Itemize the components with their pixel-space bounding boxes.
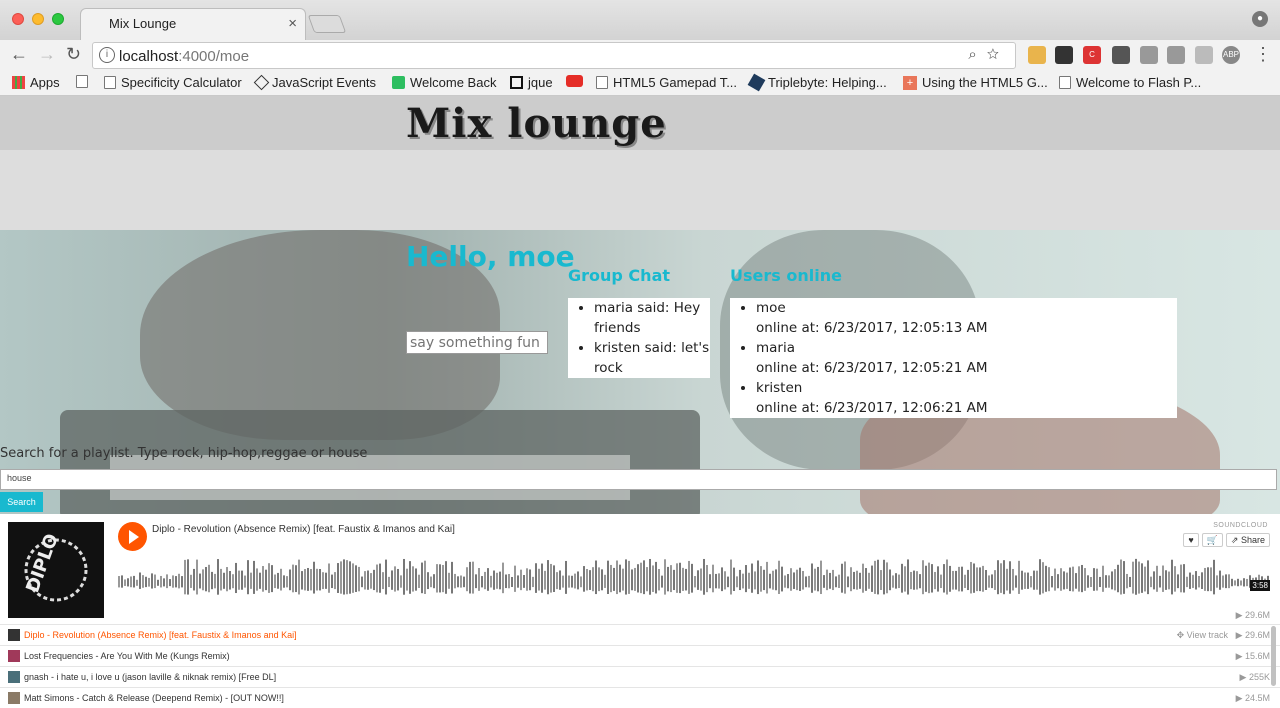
- chat-message-input[interactable]: [406, 331, 548, 354]
- header-band: [0, 150, 1280, 230]
- user-item: kristenonline at: 6/23/2017, 12:06:21 AM: [756, 378, 1177, 418]
- site-logo: Mix lounge: [406, 100, 667, 147]
- track-thumbnail: [8, 692, 20, 704]
- bookmark-html5[interactable]: + Using the HTML5 G...: [903, 75, 1048, 90]
- users-online-title: Users online: [730, 266, 842, 285]
- bookmark-youtube[interactable]: [566, 75, 588, 87]
- bookmarks-bar: Apps Specificity Calculator JavaScript E…: [0, 71, 1280, 96]
- tracklist-scrollbar[interactable]: [1271, 626, 1276, 686]
- user-item: mariaonline at: 6/23/2017, 12:05:21 AM: [756, 338, 1177, 378]
- track-duration: 3:58: [1250, 580, 1270, 591]
- page-icon: [1059, 76, 1071, 89]
- bookmark-gamepad[interactable]: HTML5 Gamepad T...: [596, 75, 737, 90]
- site-header: Mix lounge: [0, 96, 1280, 150]
- triplebyte-icon: [747, 73, 766, 92]
- plus-icon: +: [903, 75, 917, 90]
- page-icon: [76, 75, 88, 88]
- close-window-button[interactable]: [12, 13, 24, 25]
- user-item: moeonline at: 6/23/2017, 12:05:13 AM: [756, 298, 1177, 338]
- track-row[interactable]: Matt Simons - Catch & Release (Deepend R…: [0, 687, 1280, 708]
- diamond-icon: [253, 74, 270, 91]
- extension-icon-2[interactable]: [1167, 46, 1185, 64]
- address-bar[interactable]: i localhost:4000/moe ⌕☆: [92, 42, 1016, 69]
- profile-icon[interactable]: ●: [1252, 11, 1268, 27]
- tab-close-icon[interactable]: ×: [288, 9, 297, 39]
- playlist-search-input[interactable]: house: [0, 469, 1277, 490]
- page-extension-icon[interactable]: [1195, 46, 1213, 64]
- bookmark-specificity[interactable]: Specificity Calculator: [104, 75, 242, 90]
- bookmark-welcome-back[interactable]: Welcome Back: [392, 75, 496, 90]
- track-row[interactable]: Diplo - Revolution (Absence Remix) [feat…: [0, 624, 1280, 645]
- chat-messages-panel: maria said: Hey friends kristen said: le…: [568, 298, 710, 378]
- tab-title: Mix Lounge: [109, 16, 177, 31]
- maximize-window-button[interactable]: [52, 13, 64, 25]
- minimize-window-button[interactable]: [32, 13, 44, 25]
- waveform[interactable]: [118, 556, 1270, 604]
- menu-icon[interactable]: ⋮: [1254, 44, 1272, 65]
- bookmark-triplebyte[interactable]: Triplebyte: Helping...: [747, 73, 887, 92]
- evernote-icon: [392, 76, 405, 89]
- bookmark-star-icon[interactable]: ☆: [987, 46, 1009, 63]
- zoom-icon[interactable]: ⌕: [968, 46, 986, 63]
- play-button[interactable]: [118, 522, 147, 551]
- cors-extension-icon[interactable]: C: [1083, 46, 1101, 64]
- reload-icon[interactable]: ↻: [66, 44, 81, 65]
- browser-toolbar: ← → ↻ i localhost:4000/moe ⌕☆ C ABP ⋮: [0, 40, 1280, 71]
- current-track-title: Diplo - Revolution (Absence Remix) [feat…: [152, 524, 455, 535]
- playlist-search-label: Search for a playlist. Type rock, hip-ho…: [0, 446, 368, 461]
- share-button[interactable]: ⇗ Share: [1225, 533, 1270, 547]
- pen-extension-icon[interactable]: [1055, 46, 1073, 64]
- users-online-panel: moeonline at: 6/23/2017, 12:05:13 AM mar…: [730, 298, 1177, 418]
- soundcloud-logo: SOUNDCLOUD: [1213, 522, 1268, 529]
- browser-tab[interactable]: Mix Lounge ×: [80, 8, 306, 40]
- table-icon: [510, 76, 523, 89]
- track-list: Diplo - Revolution (Absence Remix) [feat…: [0, 624, 1280, 708]
- chat-message: maria said: Hey friends: [594, 298, 710, 338]
- page-icon: [104, 76, 116, 89]
- like-heart-icon[interactable]: ♥: [1183, 533, 1199, 547]
- play-count: ▶ 29.6M: [1235, 610, 1270, 620]
- bookmark-flash[interactable]: Welcome to Flash P...: [1059, 75, 1201, 90]
- greeting-heading: Hello, moe: [406, 240, 575, 273]
- track-thumbnail: [8, 671, 20, 683]
- bookmark-apps[interactable]: Apps: [12, 75, 60, 90]
- hero-section: Hello, moe Group Chat maria said: Hey fr…: [0, 230, 1280, 514]
- page-icon: [596, 76, 608, 89]
- forward-arrow-icon[interactable]: →: [38, 44, 56, 65]
- browser-tabstrip: Mix Lounge × ●: [0, 0, 1280, 40]
- track-row[interactable]: Lost Frequencies - Are You With Me (Kung…: [0, 645, 1280, 666]
- bookmark-js-events[interactable]: JavaScript Events: [253, 74, 376, 91]
- bookmark-folder[interactable]: [76, 75, 88, 88]
- react-extension-icon[interactable]: [1140, 46, 1158, 64]
- buy-cart-icon[interactable]: 🛒: [1201, 533, 1223, 547]
- chat-message: kristen said: let's rock: [594, 338, 710, 378]
- track-thumbnail: [8, 650, 20, 662]
- search-button[interactable]: Search: [0, 492, 43, 512]
- youtube-icon: [566, 75, 583, 87]
- extension-icon[interactable]: [1028, 46, 1046, 64]
- info-icon[interactable]: i: [99, 47, 115, 63]
- track-row[interactable]: gnash - i hate u, i love u (jason lavill…: [0, 666, 1280, 687]
- view-track-link[interactable]: ✥ View track: [1177, 625, 1228, 645]
- url-text: localhost:4000/moe: [119, 48, 250, 65]
- bookmark-jque[interactable]: jque: [510, 75, 553, 90]
- soundcloud-player: DIPLO Diplo - Revolution (Absence Remix)…: [0, 514, 1280, 704]
- dropper-extension-icon[interactable]: [1112, 46, 1130, 64]
- apps-grid-icon: [12, 76, 25, 89]
- track-thumbnail: [8, 629, 20, 641]
- new-tab-button[interactable]: [307, 15, 347, 33]
- adblock-icon[interactable]: ABP: [1222, 46, 1240, 64]
- back-arrow-icon[interactable]: ←: [10, 44, 28, 65]
- group-chat-title: Group Chat: [568, 266, 671, 285]
- track-artwork: DIPLO: [8, 522, 104, 618]
